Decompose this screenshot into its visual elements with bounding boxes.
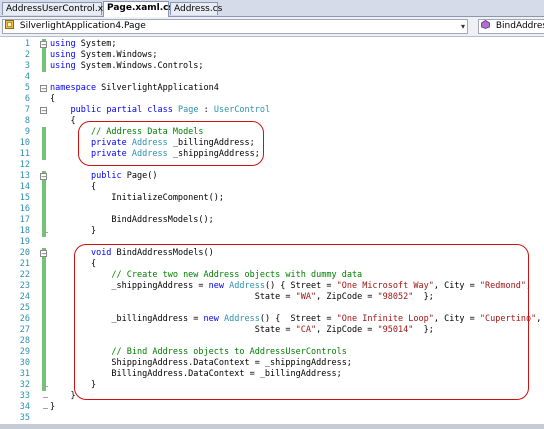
- line-number: 23: [19, 281, 30, 291]
- code-line: {: [50, 182, 97, 192]
- code-line: }: [50, 402, 56, 412]
- fold-end-marker: [43, 386, 48, 387]
- code-line: public Page(): [90, 171, 158, 181]
- line-number: 33: [19, 391, 30, 401]
- line-number: 14: [19, 182, 30, 192]
- code-line: using System.Windows.Controls;: [50, 61, 204, 71]
- line-number: 16: [19, 204, 30, 214]
- type-dropdown-label: SilverlightApplication4.Page: [19, 21, 146, 31]
- tab-addressusercontrol-xaml[interactable]: AddressUserControl.xaml: [2, 2, 120, 15]
- line-number: 3: [24, 61, 30, 71]
- method-icon: [481, 20, 490, 29]
- line-number: 8: [24, 116, 30, 126]
- collapse-toggle-icon[interactable]: −: [40, 107, 47, 115]
- tab-page-xaml-cs[interactable]: Page.xaml.cs: [103, 1, 174, 17]
- line-number: 34: [19, 402, 30, 412]
- method-highlight-box: [74, 244, 529, 400]
- code-editor[interactable]: 1 2 3 4 5 6 7 8 9 10 11 12 13 14 15 16 17 18 19 20 21 22 23 24 2…: [0, 37, 544, 429]
- fields-highlight-box: [78, 121, 264, 166]
- code-line: {: [50, 116, 76, 126]
- line-number: 12: [19, 160, 30, 170]
- code-line: InitializeComponent();: [50, 193, 224, 203]
- line-number: 6: [24, 94, 30, 104]
- line-number: 1: [24, 39, 30, 49]
- line-number: 9: [24, 127, 30, 137]
- fold-end-marker: [43, 232, 48, 233]
- line-number: 10: [19, 138, 30, 148]
- line-number: 13: [19, 171, 30, 181]
- line-number: 19: [19, 237, 30, 247]
- line-number: 4: [24, 72, 30, 82]
- line-number: 21: [19, 259, 30, 269]
- line-number: 32: [19, 380, 30, 390]
- tab-label: Address.cs: [174, 4, 223, 14]
- fold-end-marker: [43, 408, 48, 409]
- code-line: public partial class Page : UserControl: [70, 105, 271, 115]
- line-number: 7: [24, 105, 30, 115]
- code-line: namespace SilverlightApplication4: [50, 83, 219, 93]
- line-number: 18: [19, 226, 30, 236]
- collapse-toggle-icon[interactable]: −: [40, 173, 47, 181]
- line-number: 11: [19, 149, 30, 159]
- line-number-gutter: 1 2 3 4 5 6 7 8 9 10 11 12 13 14 15 16 17 18 19 20 21 22 23 24 2…: [0, 37, 48, 429]
- change-indicator-bar: [42, 248, 46, 391]
- collapse-toggle-icon[interactable]: −: [40, 250, 47, 258]
- line-number: 26: [19, 314, 30, 324]
- member-dropdown[interactable]: BindAddress: [478, 19, 544, 34]
- line-number: 31: [19, 369, 30, 379]
- window-bottom-edge: [0, 424, 544, 429]
- tab-label: Page.xaml.cs: [107, 3, 174, 13]
- code-line: using System.Windows;: [50, 50, 158, 60]
- line-number: 30: [19, 358, 30, 368]
- code-line: BindAddressModels();: [50, 215, 214, 225]
- code-line: }: [50, 391, 76, 401]
- line-number: 20: [19, 248, 30, 258]
- line-number: 25: [19, 303, 30, 313]
- class-icon: [5, 20, 14, 29]
- line-number: 22: [19, 270, 30, 280]
- change-indicator-bar: [42, 127, 46, 160]
- navigation-bar: SilverlightApplication4.Page ▾ BindAddre…: [0, 17, 544, 37]
- line-number: 24: [19, 292, 30, 302]
- code-line: using System;: [50, 39, 117, 49]
- line-number: 5: [24, 83, 30, 93]
- collapse-toggle-icon[interactable]: −: [40, 85, 47, 93]
- code-line: }: [50, 226, 97, 236]
- code-line: {: [50, 94, 56, 104]
- line-number: 15: [19, 193, 30, 203]
- line-number: 2: [24, 50, 30, 60]
- line-number: 35: [19, 413, 30, 423]
- line-number: 17: [19, 215, 30, 225]
- member-dropdown-label: BindAddress: [495, 21, 544, 31]
- tab-address-cs[interactable]: Address.cs: [170, 2, 222, 15]
- line-number: 28: [19, 336, 30, 346]
- line-number: 29: [19, 347, 30, 357]
- type-dropdown[interactable]: SilverlightApplication4.Page ▾: [2, 19, 468, 34]
- chevron-down-icon: ▾: [460, 22, 465, 31]
- document-tab-bar: AddressUserControl.xaml Page.xaml.cs Add…: [0, 0, 544, 17]
- collapse-toggle-icon[interactable]: −: [40, 41, 47, 49]
- fold-end-marker: [43, 397, 48, 398]
- line-number: 27: [19, 325, 30, 335]
